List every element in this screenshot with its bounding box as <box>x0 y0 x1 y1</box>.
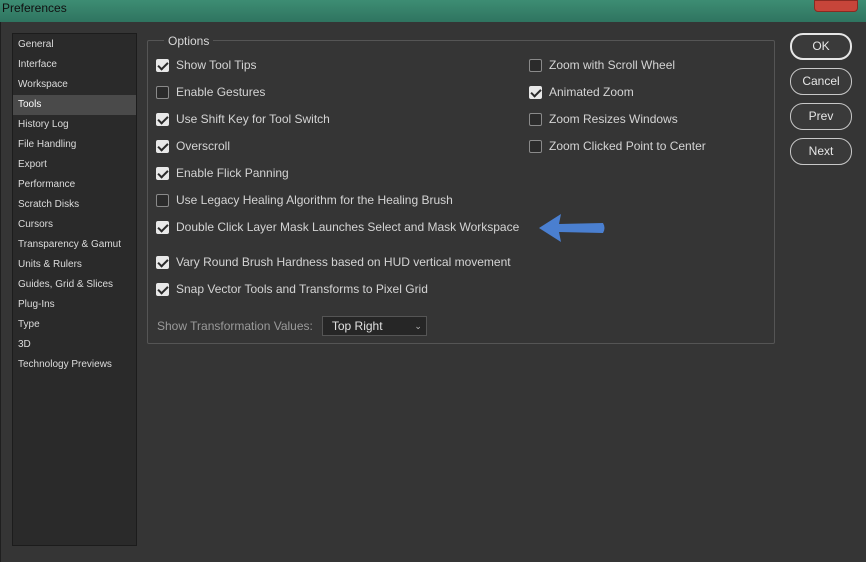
checkbox-label: Zoom Resizes Windows <box>549 112 678 126</box>
option-overscroll[interactable]: Overscroll <box>156 137 230 155</box>
checkbox[interactable] <box>156 255 169 269</box>
sidebar-item-export[interactable]: Export <box>13 155 136 175</box>
transform-values-row: Show Transformation Values: Top Right ⌄ <box>157 316 427 336</box>
transform-values-label: Show Transformation Values: <box>157 319 313 333</box>
sidebar-item-3d[interactable]: 3D <box>13 335 136 355</box>
chevron-down-icon: ⌄ <box>414 321 422 331</box>
sidebar-list: General Interface Workspace Tools Histor… <box>13 34 136 375</box>
checkbox[interactable] <box>529 85 542 99</box>
sidebar-item-performance[interactable]: Performance <box>13 175 136 195</box>
options-legend: Options <box>164 34 214 48</box>
checkbox-label: Vary Round Brush Hardness based on HUD v… <box>176 255 511 269</box>
sidebar-item-workspace[interactable]: Workspace <box>13 75 136 95</box>
option-shift-key-tool-switch[interactable]: Use Shift Key for Tool Switch <box>156 110 330 128</box>
transform-values-selected: Top Right <box>331 319 383 333</box>
sidebar-item-tools[interactable]: Tools <box>13 95 136 115</box>
sidebar-item-transparency-gamut[interactable]: Transparency & Gamut <box>13 235 136 255</box>
checkbox[interactable] <box>156 282 169 296</box>
preferences-window: General Interface Workspace Tools Histor… <box>0 22 866 562</box>
close-icon[interactable] <box>814 0 858 12</box>
checkbox[interactable] <box>156 193 169 207</box>
sidebar-item-units-rulers[interactable]: Units & Rulers <box>13 255 136 275</box>
sidebar-item-plug-ins[interactable]: Plug-Ins <box>13 295 136 315</box>
option-zoom-scroll-wheel[interactable]: Zoom with Scroll Wheel <box>529 56 675 74</box>
checkbox-label: Animated Zoom <box>549 85 634 99</box>
ok-button[interactable]: OK <box>790 33 852 60</box>
checkbox-label: Enable Flick Panning <box>176 166 289 180</box>
sidebar-item-type[interactable]: Type <box>13 315 136 335</box>
checkbox[interactable] <box>529 58 542 72</box>
title-bar: Preferences <box>0 0 866 22</box>
checkbox-label: Zoom with Scroll Wheel <box>549 58 676 72</box>
left-arrow-icon <box>539 214 605 242</box>
sidebar: General Interface Workspace Tools Histor… <box>12 33 137 546</box>
option-animated-zoom[interactable]: Animated Zoom <box>529 83 634 101</box>
option-snap-vector-tools[interactable]: Snap Vector Tools and Transforms to Pixe… <box>156 280 428 298</box>
option-enable-flick-panning[interactable]: Enable Flick Panning <box>156 164 289 182</box>
option-legacy-healing[interactable]: Use Legacy Healing Algorithm for the Hea… <box>156 191 453 209</box>
checkbox-label: Snap Vector Tools and Transforms to Pixe… <box>176 282 428 296</box>
sidebar-item-cursors[interactable]: Cursors <box>13 215 136 235</box>
checkbox-label: Use Legacy Healing Algorithm for the Hea… <box>176 193 453 207</box>
option-double-click-layer-mask[interactable]: Double Click Layer Mask Launches Select … <box>156 218 519 236</box>
window-title: Preferences <box>2 1 67 15</box>
sidebar-item-history-log[interactable]: History Log <box>13 115 136 135</box>
checkbox[interactable] <box>156 220 169 234</box>
option-zoom-clicked-point[interactable]: Zoom Clicked Point to Center <box>529 137 706 155</box>
checkbox-label: Show Tool Tips <box>176 58 257 72</box>
sidebar-item-scratch-disks[interactable]: Scratch Disks <box>13 195 136 215</box>
option-show-tool-tips[interactable]: Show Tool Tips <box>156 56 257 74</box>
checkbox-label: Overscroll <box>176 139 231 153</box>
checkbox-label: Zoom Clicked Point to Center <box>549 139 706 153</box>
option-enable-gestures[interactable]: Enable Gestures <box>156 83 265 101</box>
checkbox[interactable] <box>529 139 542 153</box>
prev-button[interactable]: Prev <box>790 103 852 130</box>
sidebar-item-file-handling[interactable]: File Handling <box>13 135 136 155</box>
checkbox-label: Double Click Layer Mask Launches Select … <box>176 220 520 234</box>
sidebar-item-general[interactable]: General <box>13 35 136 55</box>
sidebar-item-technology-previews[interactable]: Technology Previews <box>13 355 136 375</box>
sidebar-item-interface[interactable]: Interface <box>13 55 136 75</box>
checkbox[interactable] <box>156 58 169 72</box>
options-group: Options Show Tool Tips Enable Gestures U… <box>147 34 775 344</box>
transform-values-select[interactable]: Top Right ⌄ <box>321 316 427 336</box>
cancel-button[interactable]: Cancel <box>790 68 852 95</box>
sidebar-item-guides-grid-slices[interactable]: Guides, Grid & Slices <box>13 275 136 295</box>
checkbox-label: Use Shift Key for Tool Switch <box>176 112 330 126</box>
checkbox[interactable] <box>156 139 169 153</box>
checkbox[interactable] <box>156 112 169 126</box>
checkbox[interactable] <box>529 112 542 126</box>
checkbox-label: Enable Gestures <box>176 85 266 99</box>
option-vary-round-brush[interactable]: Vary Round Brush Hardness based on HUD v… <box>156 253 511 271</box>
option-zoom-resizes-windows[interactable]: Zoom Resizes Windows <box>529 110 678 128</box>
checkbox[interactable] <box>156 166 169 180</box>
checkbox[interactable] <box>156 85 169 99</box>
next-button[interactable]: Next <box>790 138 852 165</box>
